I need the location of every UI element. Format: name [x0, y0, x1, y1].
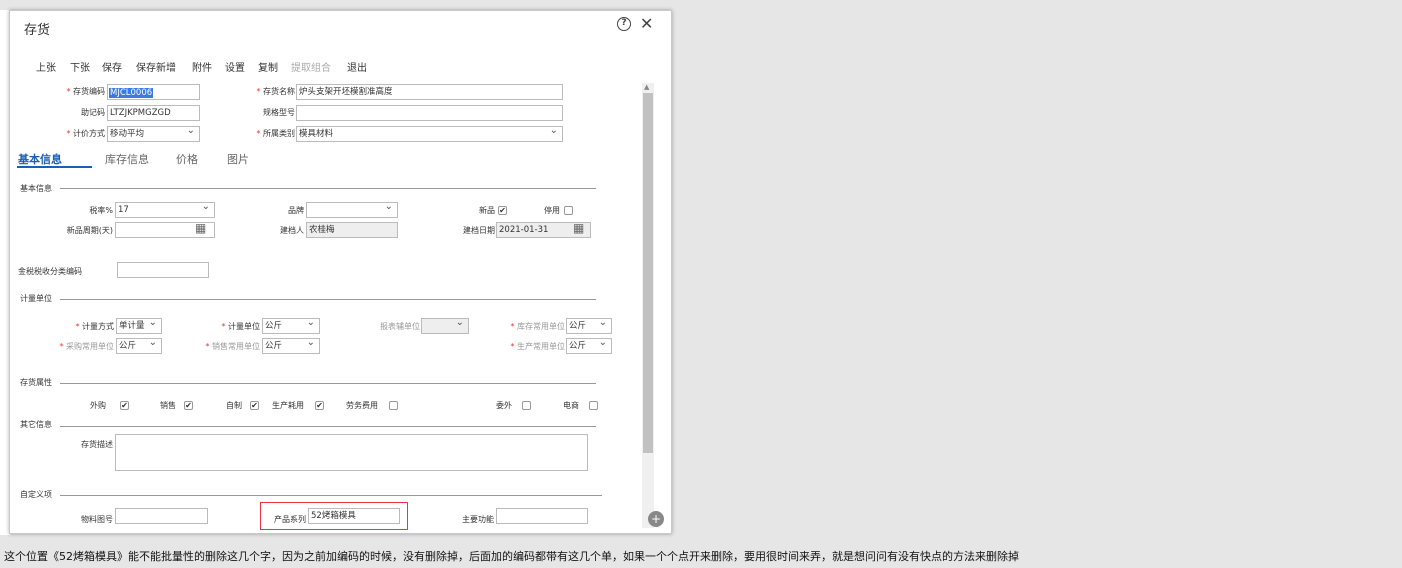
close-icon[interactable]: ✕	[640, 14, 653, 33]
tab-price[interactable]: 价格	[176, 151, 198, 167]
scroll-up-icon[interactable]: ▲	[644, 83, 649, 91]
save-new-button[interactable]: 保存新增	[136, 59, 176, 74]
cycle-label: 新品周期(天)	[66, 226, 113, 235]
production-unit-label: * 生产常用单位	[510, 342, 565, 351]
drawing-field[interactable]	[115, 508, 208, 524]
taxcode-label: 金税税收分类编码	[18, 267, 82, 276]
code-label: * 存货编码	[66, 87, 105, 96]
mnemonic-label: 助记码	[81, 108, 105, 117]
stock-unit-select[interactable]: 公斤	[566, 318, 612, 334]
spec-label: 规格型号	[263, 108, 295, 117]
production-unit-select[interactable]: 公斤	[566, 338, 612, 354]
question-caption: 这个位置《52烤箱模具》能不能批量性的删除这几个字，因为之前加编码的时候，没有删…	[4, 550, 1019, 563]
desc-textarea[interactable]	[115, 434, 588, 471]
calculator-icon[interactable]: ▦	[195, 221, 206, 235]
unit-select[interactable]: 公斤	[262, 318, 320, 334]
pricing-label: * 计价方式	[66, 129, 105, 138]
calendar-icon[interactable]: ▦	[573, 221, 584, 235]
name-field[interactable]: 炉头支架开坯模割准高度	[296, 84, 563, 100]
dialog-title: 存货	[24, 23, 51, 38]
selfmade-checkbox[interactable]: ✔	[250, 401, 259, 410]
creator-label: 建档人	[280, 226, 304, 235]
brand-select[interactable]	[306, 202, 398, 218]
selfmade-label: 自制	[226, 401, 242, 410]
section-other: 其它信息	[20, 420, 52, 429]
section-divider	[60, 188, 596, 189]
outsourcing-label: 外购	[90, 401, 106, 410]
sales-checkbox[interactable]: ✔	[184, 401, 193, 410]
tab-stock[interactable]: 库存信息	[105, 151, 149, 167]
report-label: 报表辅单位	[380, 322, 420, 331]
sales-label: 销售	[160, 401, 176, 410]
pricing-select[interactable]: 移动平均	[107, 126, 200, 142]
tax-select[interactable]: 17	[115, 202, 215, 218]
section-basic: 基本信息	[20, 184, 52, 193]
drawing-label: 物料图号	[81, 515, 113, 524]
method-select[interactable]: 单计量	[116, 318, 162, 334]
labor-label: 劳务费用	[346, 401, 378, 410]
purchase-unit-label: * 采购常用单位	[59, 342, 114, 351]
code-field[interactable]: MJCL0006	[107, 84, 200, 100]
ecommerce-checkbox[interactable]	[589, 401, 598, 410]
section-divider	[60, 426, 596, 427]
tab-image[interactable]: 图片	[227, 151, 249, 167]
function-label: 主要功能	[462, 515, 494, 524]
spec-field[interactable]	[296, 105, 563, 121]
mnemonic-field[interactable]: LTZJKPMGZGD	[107, 105, 200, 121]
exit-button[interactable]: 退出	[347, 59, 367, 74]
brand-label: 品牌	[288, 206, 304, 215]
next-button[interactable]: 下张	[70, 59, 90, 74]
active-tab-indicator	[17, 166, 92, 168]
function-field[interactable]	[496, 508, 588, 524]
outsourcing-checkbox[interactable]: ✔	[120, 401, 129, 410]
unit-label: * 计量单位	[221, 322, 260, 331]
production-use-label: 生产耗用	[272, 401, 304, 410]
section-units: 计量单位	[20, 294, 52, 303]
name-label: * 存货名称	[256, 87, 295, 96]
category-label: * 所属类别	[256, 129, 295, 138]
code-value: MJCL0006	[109, 88, 154, 98]
section-divider	[60, 495, 602, 496]
section-divider	[60, 299, 596, 300]
desc-label: 存货描述	[81, 440, 113, 449]
sales-unit-select[interactable]: 公斤	[262, 338, 320, 354]
zoom-in-icon[interactable]: +	[648, 511, 664, 527]
stock-unit-label: * 库存常用单位	[510, 322, 565, 331]
disabled-checkbox[interactable]	[564, 206, 573, 215]
disabled-label: 停用	[544, 206, 560, 215]
sales-unit-label: * 销售常用单位	[205, 342, 260, 351]
entrust-checkbox[interactable]	[522, 401, 531, 410]
save-button[interactable]: 保存	[102, 59, 122, 74]
taxcode-field[interactable]	[117, 262, 209, 278]
settings-button[interactable]: 设置	[225, 59, 245, 74]
report-select[interactable]	[421, 318, 469, 334]
newproduct-label: 新品	[479, 206, 495, 215]
creator-field: 农桂梅	[306, 222, 398, 238]
extract-combo-button[interactable]: 提取组合	[291, 59, 331, 74]
category-select[interactable]: 模具材料	[296, 126, 563, 142]
highlight-box	[260, 502, 408, 530]
entrust-label: 委外	[496, 401, 512, 410]
tab-basic[interactable]: 基本信息	[18, 151, 62, 167]
section-divider	[60, 383, 596, 384]
production-use-checkbox[interactable]: ✔	[315, 401, 324, 410]
section-custom: 自定义项	[20, 490, 52, 499]
section-attrs: 存货属性	[20, 378, 52, 387]
ecommerce-label: 电商	[563, 401, 579, 410]
purchase-unit-select[interactable]: 公斤	[116, 338, 162, 354]
help-icon[interactable]: ?	[617, 17, 631, 31]
newproduct-checkbox[interactable]: ✔	[498, 206, 507, 215]
labor-checkbox[interactable]	[389, 401, 398, 410]
scrollbar-thumb[interactable]	[643, 93, 653, 453]
copy-button[interactable]: 复制	[258, 59, 278, 74]
attachment-button[interactable]: 附件	[192, 59, 212, 74]
method-label: * 计量方式	[75, 322, 114, 331]
date-label: 建档日期	[463, 226, 495, 235]
tax-label: 税率%	[89, 206, 113, 215]
prev-button[interactable]: 上张	[36, 59, 56, 74]
inventory-dialog: 存货 ? ✕ 上张 下张 保存 保存新增 附件 设置 复制 提取组合 退出 * …	[9, 10, 672, 534]
